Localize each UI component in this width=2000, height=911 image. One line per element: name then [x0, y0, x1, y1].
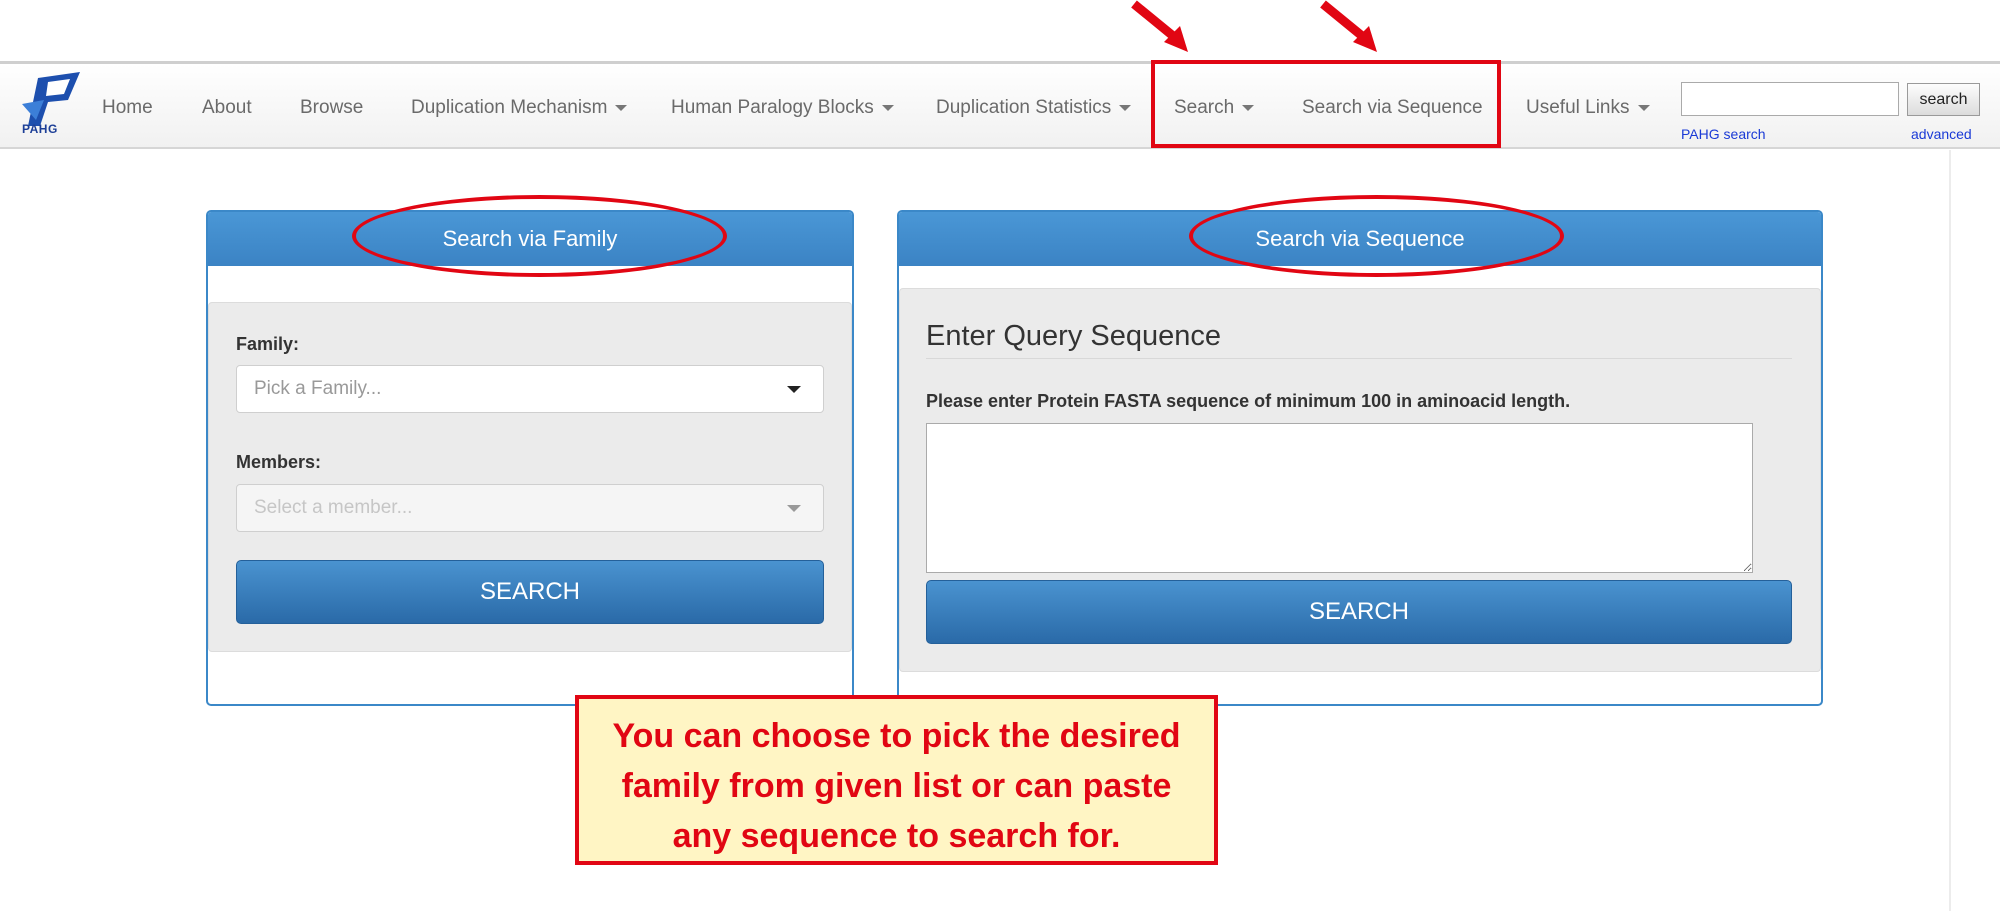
sequence-heading-annotation-ellipse	[1189, 195, 1564, 277]
query-sequence-title: Enter Query Sequence	[926, 320, 1222, 352]
nav-home-label: Home	[102, 97, 153, 118]
logo-text: PAHG	[22, 122, 58, 136]
caret-down-icon	[1119, 104, 1132, 111]
family-heading-annotation-ellipse	[352, 195, 727, 277]
family-select-placeholder: Pick a Family...	[254, 378, 382, 399]
advanced-search-link[interactable]: advanced	[1911, 126, 1972, 142]
nav-human-paralogy-blocks[interactable]: Human Paralogy Blocks	[671, 96, 894, 120]
nav-home[interactable]: Home	[102, 96, 153, 120]
chevron-down-icon	[787, 386, 801, 393]
sequence-instruction: Please enter Protein FASTA sequence of m…	[926, 391, 1571, 411]
members-select[interactable]: Select a member...	[236, 484, 824, 532]
pahg-search-link[interactable]: PAHG search	[1681, 126, 1766, 142]
family-search-button[interactable]: SEARCH	[236, 560, 824, 624]
instruction-callout: You can choose to pick the desired famil…	[575, 695, 1218, 865]
members-select-placeholder: Select a member...	[254, 497, 413, 518]
nav-annotation-box	[1151, 60, 1501, 148]
family-label: Family:	[236, 334, 300, 354]
caret-down-icon	[881, 104, 894, 111]
sequence-search-button[interactable]: SEARCH	[926, 580, 1792, 644]
sequence-textarea[interactable]	[926, 423, 1753, 573]
nav-about-label: About	[202, 97, 252, 118]
callout-line: any sequence to search for.	[672, 817, 1121, 855]
nav-human-paralogy-blocks-label: Human Paralogy Blocks	[671, 97, 874, 118]
nav-search-button[interactable]: search	[1907, 83, 1980, 116]
nav-about[interactable]: About	[202, 96, 252, 120]
caret-down-icon	[1637, 104, 1650, 111]
nav-duplication-mechanism-label: Duplication Mechanism	[411, 97, 608, 118]
annotation-arrow-icon	[1320, 0, 1377, 52]
callout-line: family from given list or can paste	[621, 767, 1172, 805]
nav-browse-label: Browse	[300, 97, 364, 118]
page-edge-divider	[1949, 150, 1951, 911]
nav-duplication-statistics[interactable]: Duplication Statistics	[936, 96, 1132, 120]
callout-line: You can choose to pick the desired	[612, 717, 1181, 755]
annotation-arrow-icon	[1131, 0, 1188, 52]
nav-duplication-mechanism[interactable]: Duplication Mechanism	[411, 96, 628, 120]
nav-browse[interactable]: Browse	[300, 96, 363, 120]
nav-useful-links[interactable]: Useful Links	[1526, 96, 1650, 120]
nav-duplication-statistics-label: Duplication Statistics	[936, 97, 1112, 118]
members-label: Members:	[236, 452, 322, 472]
caret-down-icon	[615, 104, 628, 111]
chevron-down-icon	[787, 505, 801, 512]
nav-search-input[interactable]	[1681, 82, 1899, 116]
family-select[interactable]: Pick a Family...	[236, 365, 824, 413]
divider	[926, 358, 1792, 359]
nav-useful-links-label: Useful Links	[1526, 97, 1630, 118]
